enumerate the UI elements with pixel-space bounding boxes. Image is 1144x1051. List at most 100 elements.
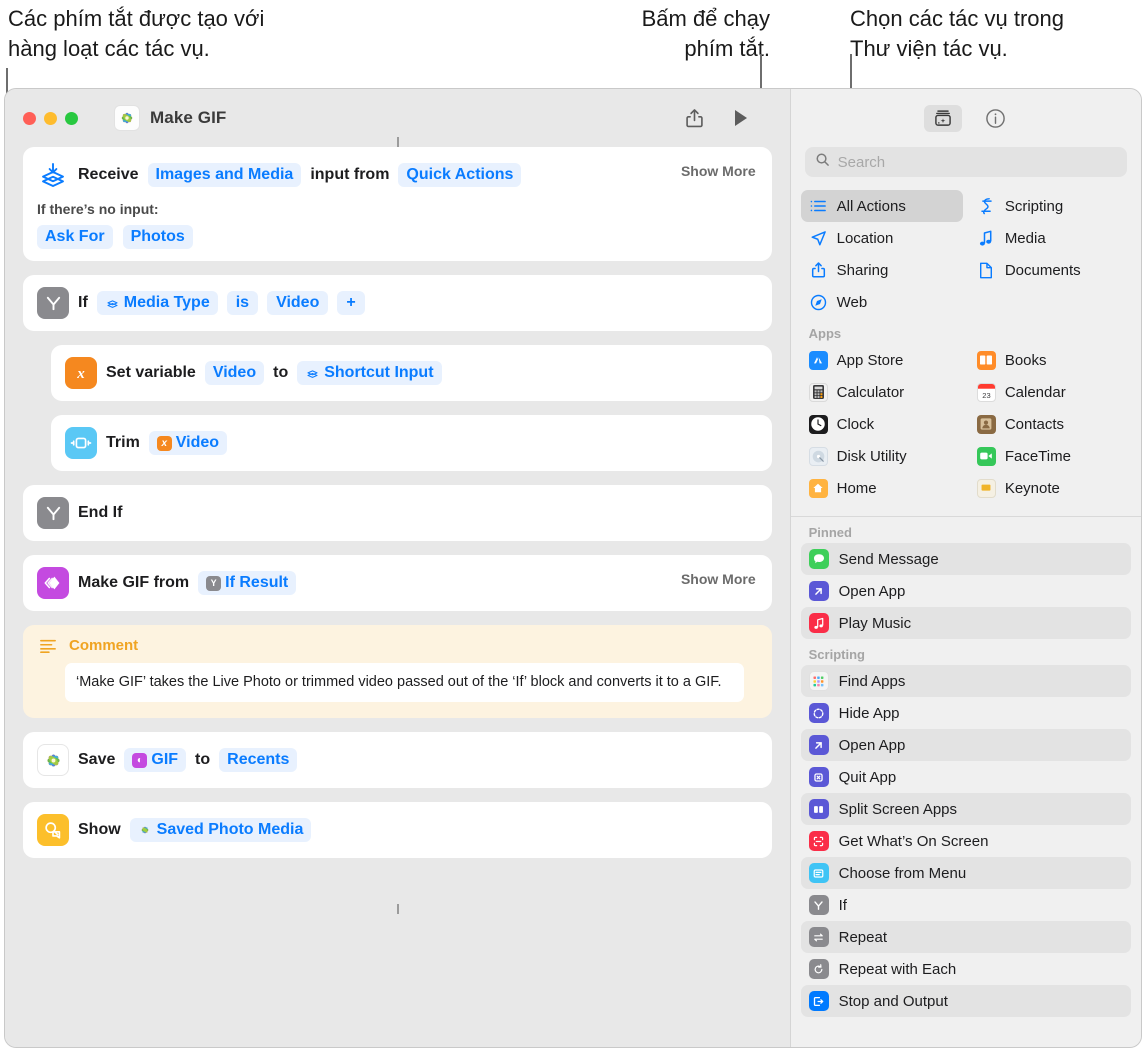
app-item-facetime[interactable]: FaceTime [969,440,1131,472]
param-token-saved-photo-media[interactable]: Saved Photo Media [130,818,312,842]
list-item[interactable]: Open App [801,575,1131,607]
app-label: Keynote [1005,480,1060,497]
share-icon[interactable] [684,107,706,129]
document-icon [977,261,996,280]
app-item-calendar[interactable]: 23 Calendar [969,376,1131,408]
app-item-clock[interactable]: Clock [801,408,963,440]
comment-text-field[interactable]: ‘Make GIF’ takes the Live Photo or trimm… [65,663,744,702]
param-token-gif-variable[interactable]: ◐ GIF [124,748,186,772]
list-item-label: Choose from Menu [839,865,967,882]
category-item-sharing[interactable]: Sharing [801,254,963,286]
category-item-media[interactable]: Media [969,222,1131,254]
app-label: Clock [837,416,875,433]
param-token-if-result[interactable]: Y If Result [198,571,296,595]
category-label: Location [837,230,894,247]
category-item-location[interactable]: Location [801,222,963,254]
show-more-button[interactable]: Show More [681,571,756,587]
category-item-documents[interactable]: Documents [969,254,1131,286]
list-item[interactable]: Find Apps [801,665,1131,697]
screen-capture-icon [809,831,829,851]
action-label: Trim [106,434,140,452]
app-item-books[interactable]: Books [969,344,1131,376]
param-token-ask-for[interactable]: Ask For [37,225,113,249]
param-token-shortcut-input[interactable]: Shortcut Input [297,361,441,385]
stop-output-icon [809,991,829,1011]
param-token-variable-name[interactable]: Video [205,361,264,385]
param-token-photos[interactable]: Photos [123,225,193,249]
app-label: Disk Utility [837,448,907,465]
gif-chip-icon: ◐ [132,753,147,768]
add-condition-button[interactable]: + [337,291,364,315]
list-item[interactable]: Choose from Menu [801,857,1131,889]
category-label: Scripting [1005,198,1063,215]
list-item[interactable]: Quit App [801,761,1131,793]
app-item-contacts[interactable]: Contacts [969,408,1131,440]
play-icon[interactable] [730,107,752,129]
action-label: Make GIF from [78,574,189,592]
action-library-pane: All Actions Scripting [790,89,1141,1047]
param-token-input-type[interactable]: Images and Media [148,163,302,187]
app-label: Home [837,480,877,497]
list-item[interactable]: Split Screen Apps [801,793,1131,825]
app-item-partial-right[interactable]: Keynote [969,472,1131,504]
app-item-partial-left[interactable]: Home [801,472,963,504]
list-item[interactable]: Stop and Output [801,985,1131,1017]
action-card-if[interactable]: If Media Type is Video + [23,275,772,331]
action-card-trim[interactable]: Trim x Video [51,415,772,471]
zoom-button[interactable] [65,112,78,125]
callout-shortcuts-actions: Các phím tắt được tạo với hàng loạt các … [8,4,408,64]
list-item-label: Send Message [839,551,939,568]
if-branch-icon [37,287,69,319]
list-item-label: Play Music [839,615,912,632]
list-item[interactable]: Open App [801,729,1131,761]
app-item-disk-utility[interactable]: Disk Utility [801,440,963,472]
list-item-label: Repeat with Each [839,961,957,978]
app-item-calculator[interactable]: Calculator [801,376,963,408]
param-token-video-variable[interactable]: x Video [149,431,227,455]
category-item-web[interactable]: Web [801,286,963,318]
list-item[interactable]: Get What’s On Screen [801,825,1131,857]
list-item-label: Open App [839,583,906,600]
minimize-button[interactable] [44,112,57,125]
category-item-all-actions[interactable]: All Actions [801,190,963,222]
param-token-media-type[interactable]: Media Type [97,291,218,315]
action-card-make-gif[interactable]: Make GIF from Y If Result Show More [23,555,772,611]
action-card-set-variable[interactable]: x Set variable Video to Shortcut Input [51,345,772,401]
list-item[interactable]: Hide App [801,697,1131,729]
list-item[interactable]: Send Message [801,543,1131,575]
action-card-receive[interactable]: Receive Images and Media input from Quic… [23,147,772,261]
variable-chip-icon: x [157,436,172,451]
repeat-each-icon [809,959,829,979]
action-card-save-to-photos[interactable]: Save ◐ GIF to Recents [23,732,772,788]
if-branch-icon [809,895,829,915]
app-label: Contacts [1005,416,1064,433]
list-item[interactable]: Repeat [801,921,1131,953]
action-card-comment[interactable]: Comment ‘Make GIF’ takes the Live Photo … [23,625,772,718]
list-item-label: If [839,897,847,914]
info-icon[interactable] [984,106,1008,130]
list-item[interactable]: Repeat with Each [801,953,1131,985]
category-item-scripting[interactable]: Scripting [969,190,1131,222]
action-card-show-result[interactable]: Show [23,802,772,858]
traffic-lights[interactable] [23,112,78,125]
library-action-list[interactable]: Pinned Send Message Open App [791,517,1141,1047]
app-item-app-store[interactable]: App Store [801,344,963,376]
search-bar[interactable] [805,147,1127,177]
param-token-condition[interactable]: is [227,291,258,315]
action-label: Set variable [106,364,196,382]
action-label: If [78,294,88,312]
search-input[interactable] [838,154,1117,171]
find-apps-icon [809,671,829,691]
list-item[interactable]: If [801,889,1131,921]
list-item-label: Repeat [839,929,887,946]
param-token-value[interactable]: Video [267,291,328,315]
show-more-button[interactable]: Show More [681,163,756,179]
close-button[interactable] [23,112,36,125]
param-token-source[interactable]: Quick Actions [398,163,521,187]
action-card-end-if[interactable]: End If [23,485,772,541]
action-library-icon[interactable] [924,105,962,132]
action-label: End If [78,504,122,522]
param-token-album[interactable]: Recents [219,748,297,772]
messages-icon [809,549,829,569]
list-item[interactable]: Play Music [801,607,1131,639]
